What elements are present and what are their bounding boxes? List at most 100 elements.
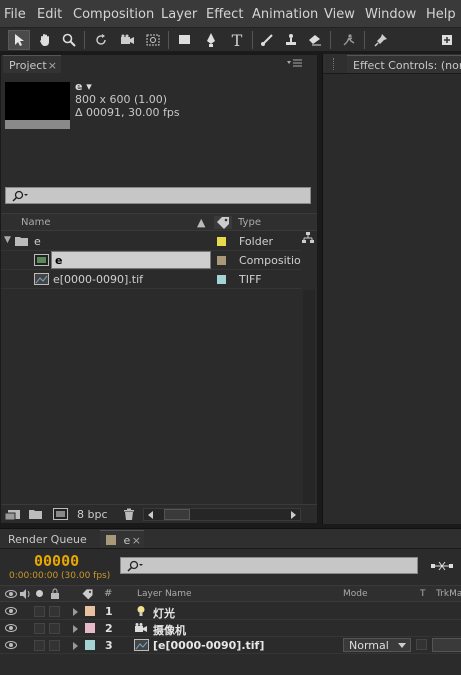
scroll-right-icon[interactable] <box>291 511 296 519</box>
current-timecode[interactable]: 00000 <box>34 552 79 570</box>
brush-tool-icon[interactable] <box>256 30 278 50</box>
type-tool-icon[interactable]: T <box>226 30 248 50</box>
project-item-composition[interactable]: e Compositio <box>1 251 301 270</box>
lock-toggle[interactable] <box>49 623 60 634</box>
menu-edit[interactable]: Edit <box>37 7 62 22</box>
panel-grip-icon[interactable] <box>333 58 347 70</box>
menu-composition[interactable]: Composition <box>73 7 154 22</box>
column-trkmat[interactable]: TrkMa <box>436 589 461 599</box>
column-layer-name[interactable]: Layer Name <box>137 589 192 599</box>
puppet-pin-tool-icon[interactable] <box>370 30 392 50</box>
expand-arrow-icon[interactable] <box>73 608 78 616</box>
roto-brush-tool-icon[interactable] <box>338 30 360 50</box>
lock-toggle[interactable] <box>49 606 60 617</box>
column-name[interactable]: Name <box>21 217 51 228</box>
layer-number: 1 <box>105 605 113 618</box>
camera-tool-icon[interactable] <box>116 30 138 50</box>
light-icon <box>137 606 145 616</box>
expand-arrow-icon[interactable]: ▼ <box>4 235 11 245</box>
visibility-eye-icon[interactable] <box>5 607 17 615</box>
hand-tool-icon[interactable] <box>34 30 56 50</box>
expand-arrow-icon[interactable] <box>73 625 78 633</box>
scroll-left-icon[interactable] <box>148 511 153 519</box>
layer-name[interactable]: 摄像机 <box>153 622 186 638</box>
label-tag-icon[interactable] <box>80 588 95 600</box>
label-color-swatch[interactable] <box>85 623 95 633</box>
menu-animation[interactable]: Animation <box>252 7 318 22</box>
comp-name[interactable]: e ▾ <box>75 80 92 93</box>
pan-behind-tool-icon[interactable] <box>142 30 164 50</box>
project-item-folder[interactable]: ▼ e Folder <box>1 232 301 251</box>
chevron-down-icon <box>398 643 406 648</box>
clone-stamp-tool-icon[interactable] <box>280 30 302 50</box>
item-type: TIFF <box>239 273 262 286</box>
audio-icon[interactable] <box>19 589 31 599</box>
menu-layer[interactable]: Layer <box>161 7 197 22</box>
zoom-tool-icon[interactable] <box>58 30 80 50</box>
column-t[interactable]: T <box>420 589 426 599</box>
vertical-scrollbar[interactable] <box>303 290 315 504</box>
solo-toggle[interactable] <box>34 640 45 651</box>
selection-tool-icon[interactable] <box>8 30 30 50</box>
tab-effect-controls[interactable]: Effect Controls: (non <box>347 55 461 73</box>
layer-name[interactable]: [e[0000-0090].tif] <box>153 639 264 652</box>
footage-icon <box>34 273 49 285</box>
solo-icon[interactable] <box>36 590 43 597</box>
close-icon[interactable]: × <box>132 534 141 547</box>
interpret-footage-icon[interactable] <box>5 509 21 521</box>
menu-effect[interactable]: Effect <box>206 7 243 22</box>
menu-help[interactable]: Help <box>426 7 456 22</box>
lock-toggle[interactable] <box>49 640 60 651</box>
visibility-eye-icon[interactable] <box>5 641 17 649</box>
project-item-footage[interactable]: e[0000-0090].tif TIFF <box>1 270 301 289</box>
flowchart-icon[interactable] <box>301 231 315 247</box>
label-color-swatch[interactable] <box>217 256 226 265</box>
column-mode[interactable]: Mode <box>343 589 368 599</box>
video-visibility-icon[interactable] <box>5 590 17 598</box>
rectangle-tool-icon[interactable] <box>174 30 196 50</box>
lock-icon[interactable] <box>50 588 60 600</box>
timeline-search-input[interactable] <box>120 557 418 574</box>
trash-icon[interactable] <box>123 508 135 521</box>
solo-toggle[interactable] <box>34 606 45 617</box>
column-type[interactable]: Type <box>238 217 261 228</box>
layer-row[interactable]: 1 灯光 <box>0 603 461 620</box>
label-color-swatch[interactable] <box>217 275 226 284</box>
blend-mode-select[interactable]: Normal <box>343 638 411 652</box>
comp-mini-flowchart-icon[interactable] <box>430 559 454 573</box>
layer-row[interactable]: 2 摄像机 <box>0 620 461 637</box>
preserve-transparency-toggle[interactable] <box>416 639 427 650</box>
project-search-input[interactable] <box>5 187 311 204</box>
visibility-eye-icon[interactable] <box>5 624 17 632</box>
bit-depth-label[interactable]: 8 bpc <box>77 508 108 521</box>
tools-toolbar: T <box>0 28 461 52</box>
label-color-swatch[interactable] <box>85 640 95 650</box>
horizontal-scrollbar[interactable] <box>143 508 301 521</box>
close-icon[interactable]: × <box>48 59 57 72</box>
new-folder-icon[interactable] <box>29 509 43 520</box>
tab-project[interactable]: Project × <box>3 55 61 73</box>
new-composition-icon[interactable] <box>53 508 68 520</box>
expand-arrow-icon[interactable] <box>73 642 78 650</box>
project-column-header: Name ▲ Type <box>1 213 317 231</box>
layer-row[interactable]: 3 [e[0000-0090].tif] Normal <box>0 637 461 654</box>
label-color-swatch[interactable] <box>217 237 226 246</box>
menu-view[interactable]: View <box>324 7 355 22</box>
tab-render-queue[interactable]: Render Queue <box>2 530 98 548</box>
scroll-thumb[interactable] <box>164 509 190 520</box>
solo-toggle[interactable] <box>34 623 45 634</box>
tab-comp-e[interactable]: e × <box>100 530 144 548</box>
panel-menu-icon[interactable] <box>287 59 303 69</box>
menu-window[interactable]: Window <box>365 7 416 22</box>
menu-file[interactable]: File <box>4 7 26 22</box>
rotation-tool-icon[interactable] <box>90 30 112 50</box>
eraser-tool-icon[interactable] <box>304 30 326 50</box>
label-color-swatch[interactable] <box>85 606 95 616</box>
label-tag-icon[interactable] <box>214 216 232 229</box>
sort-up-icon[interactable]: ▲ <box>197 216 205 229</box>
track-matte-select[interactable] <box>432 638 461 652</box>
pen-tool-icon[interactable] <box>200 30 222 50</box>
workspace-axis-icon[interactable] <box>436 30 458 50</box>
rename-field[interactable]: e <box>51 251 211 269</box>
layer-name[interactable]: 灯光 <box>153 605 175 621</box>
